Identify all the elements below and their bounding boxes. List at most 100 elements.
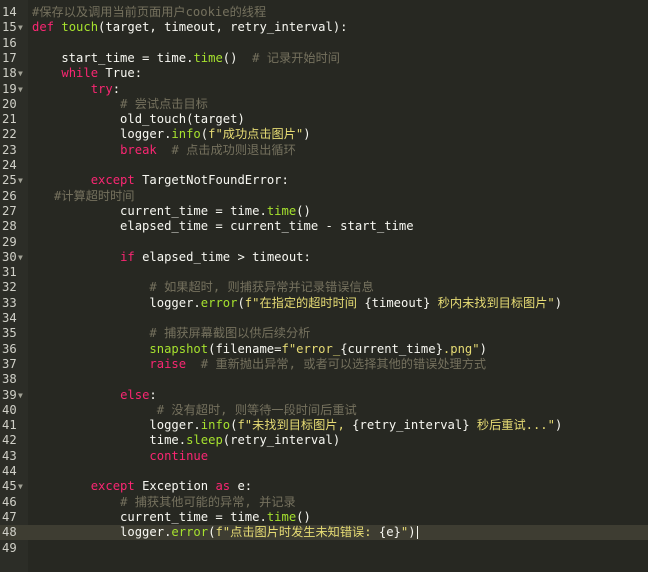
code-text: # 捕获其他可能的异常, 并记录: [32, 495, 296, 510]
line-number: 37: [2, 356, 17, 371]
code-text: old_touch(target): [32, 112, 245, 127]
code-text: # 尝试点击目标: [32, 97, 208, 112]
code-token: current_time = time.: [32, 509, 267, 524]
code-line[interactable]: 49: [0, 541, 648, 556]
code-line[interactable]: 44: [0, 464, 648, 479]
code-text: except TargetNotFoundError:: [32, 173, 289, 188]
code-text: try:: [32, 82, 120, 97]
line-number: 49: [2, 540, 17, 555]
code-line[interactable]: 33 logger.error(f"在指定的超时时间 {timeout} 秒内未…: [0, 296, 648, 311]
chevron-down-icon[interactable]: ▼: [18, 82, 23, 97]
code-line[interactable]: 36 snapshot(filename=f"error_{current_ti…: [0, 342, 648, 357]
code-text: else:: [32, 388, 157, 403]
code-token: :: [112, 81, 121, 96]
code-token: (): [222, 50, 253, 65]
code-token: f"成功点击图片": [208, 127, 304, 142]
line-number: 36: [2, 341, 17, 356]
code-token: time: [193, 50, 223, 65]
code-token: (: [237, 295, 245, 310]
code-line[interactable]: 40 # 没有超时, 则等待一段时间后重试: [0, 403, 648, 418]
code-line[interactable]: 39 ▼ else:: [0, 388, 648, 403]
code-line[interactable]: 27 current_time = time.time(): [0, 204, 648, 219]
code-token: TargetNotFoundError:: [142, 173, 289, 188]
code-line[interactable]: 26 #计算超时时间: [0, 189, 648, 204]
code-line[interactable]: 31: [0, 265, 648, 280]
line-number: 47: [2, 509, 17, 524]
line-number: 46: [2, 494, 17, 509]
code-text: if elapsed_time > timeout:: [32, 250, 311, 265]
code-token: f"未找到目标图片,: [237, 418, 353, 433]
code-token: def: [32, 20, 62, 35]
code-token: (filename=: [208, 341, 282, 356]
code-line[interactable]: 24: [0, 158, 648, 173]
line-number: 21: [2, 112, 17, 127]
code-token: time: [266, 203, 297, 218]
code-token: #计算超时时间: [54, 188, 135, 203]
code-line[interactable]: 32 # 如果超时, 则捕获异常并记录错误信息: [0, 280, 648, 295]
code-text: logger.info(f"成功点击图片"): [32, 127, 311, 142]
code-line[interactable]: 42 time.sleep(retry_interval): [0, 433, 648, 448]
code-editor[interactable]: 14 #保存以及调用当前页面用户cookie的线程 15 ▼ def touch(tar…: [0, 0, 648, 572]
chevron-down-icon[interactable]: ▼: [18, 250, 23, 265]
code-line[interactable]: 15 ▼ def touch(target, timeout, retry_inte…: [0, 20, 648, 35]
line-number: 22: [2, 127, 17, 142]
code-text: #计算超时时间: [32, 189, 134, 204]
chevron-down-icon[interactable]: ▼: [18, 66, 23, 81]
code-line[interactable]: 23 break # 点击成功则退出循环: [0, 143, 648, 158]
code-line[interactable]: 45 ▼ except Exception as e:: [0, 479, 648, 494]
code-line[interactable]: 37 raise # 重新抛出异常, 或者可以选择其他的错误处理方式: [0, 357, 648, 372]
chevron-down-icon[interactable]: ▼: [18, 20, 23, 35]
code-line[interactable]: 47 current_time = time.time(): [0, 510, 648, 525]
code-text: snapshot(filename=f"error_{current_time}…: [32, 342, 487, 357]
code-line[interactable]: 34: [0, 311, 648, 326]
code-text: time.sleep(retry_interval): [32, 433, 340, 448]
line-number: 34: [2, 311, 17, 325]
code-token: f"点击图片时发生未知错误:: [215, 525, 379, 540]
code-line[interactable]: 19 ▼ try:: [0, 82, 648, 97]
chevron-down-icon[interactable]: ▼: [18, 388, 23, 403]
code-line[interactable]: 41 logger.info(f"未找到目标图片, {retry_interva…: [0, 418, 648, 433]
code-text: elapsed_time = current_time - start_time: [32, 219, 414, 234]
code-line[interactable]: 17 start_time = time.time() # 记录开始时间: [0, 51, 648, 66]
line-number: 23: [2, 142, 17, 157]
code-line[interactable]: 46 # 捕获其他可能的异常, 并记录: [0, 495, 648, 510]
code-token: (retry_interval): [222, 433, 341, 448]
code-line[interactable]: 29: [0, 235, 648, 250]
chevron-down-icon[interactable]: ▼: [18, 173, 23, 188]
code-line[interactable]: 21 old_touch(target): [0, 112, 648, 127]
code-line[interactable]: 16: [0, 36, 648, 51]
code-token: error: [171, 525, 209, 540]
text-cursor: [416, 526, 418, 540]
chevron-down-icon[interactable]: ▼: [18, 479, 23, 494]
code-line[interactable]: 20 # 尝试点击目标: [0, 97, 648, 112]
code-line[interactable]: 35 # 捕获屏幕截图以供后续分析: [0, 326, 648, 341]
code-line[interactable]: 38: [0, 372, 648, 387]
code-line[interactable]: 43 continue: [0, 449, 648, 464]
code-line[interactable]: 25 ▼ except TargetNotFoundError:: [0, 173, 648, 188]
code-token: ): [303, 127, 311, 142]
code-token: (): [296, 509, 311, 524]
code-token: (target, timeout, retry_interval):: [98, 20, 348, 35]
code-text: break # 点击成功则退出循环: [32, 143, 296, 158]
code-token: # 重新抛出异常, 或者可以选择其他的错误处理方式: [200, 356, 487, 371]
code-token: except: [90, 173, 143, 188]
code-line[interactable]: 14 #保存以及调用当前页面用户cookie的线程: [0, 5, 648, 20]
code-text: continue: [32, 449, 208, 464]
code-token: :: [149, 387, 157, 402]
code-line[interactable]: 30 ▼ if elapsed_time > timeout:: [0, 250, 648, 265]
code-line[interactable]: 22 logger.info(f"成功点击图片"): [0, 127, 648, 142]
code-token: try: [90, 81, 113, 96]
code-token: {current_time}: [340, 341, 443, 356]
code-line[interactable]: 18 ▼ while True:: [0, 66, 648, 81]
code-line[interactable]: 48 logger.error(f"点击图片时发生未知错误: {e}"): [0, 525, 648, 541]
code-text: logger.error(f"点击图片时发生未知错误: {e}"): [32, 525, 418, 540]
code-token: continue: [149, 448, 209, 463]
code-line[interactable]: 28 elapsed_time = current_time - start_t…: [0, 219, 648, 234]
code-token: info: [171, 127, 201, 142]
